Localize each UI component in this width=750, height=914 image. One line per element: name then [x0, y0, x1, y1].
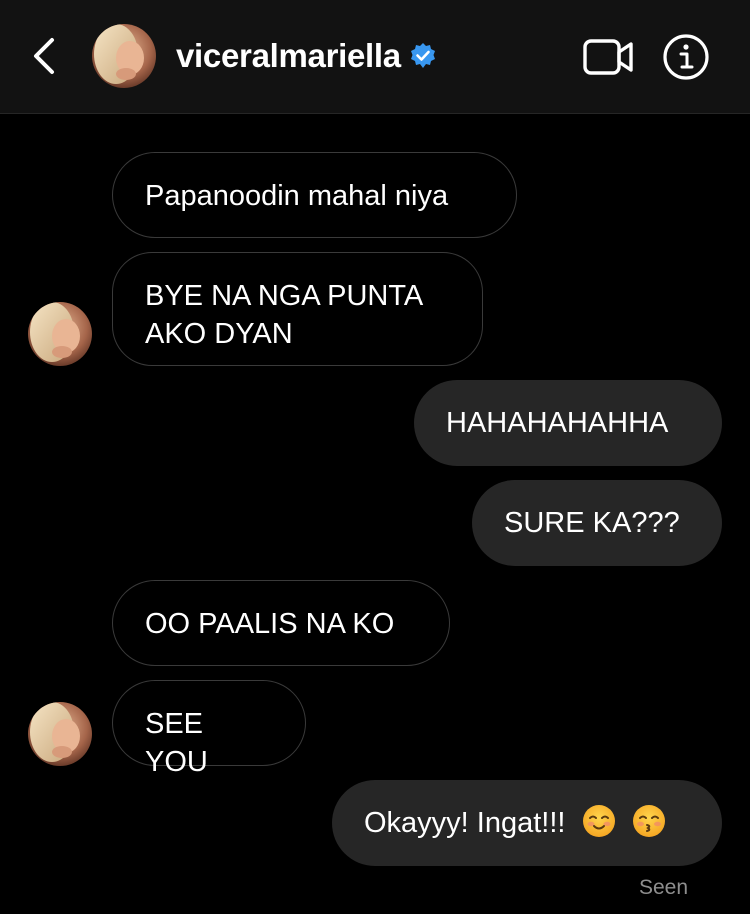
message-bubble-incoming[interactable]: Papanoodin mahal niya — [112, 152, 517, 238]
username: viceralmariella — [176, 37, 401, 74]
sender-avatar[interactable] — [28, 302, 92, 366]
chevron-left-icon — [34, 38, 54, 74]
back-button[interactable] — [28, 36, 64, 76]
info-icon — [663, 34, 709, 80]
smiling-face-icon — [582, 805, 615, 837]
video-call-button[interactable] — [582, 38, 634, 76]
seen-status: Seen — [638, 876, 688, 899]
message-text: Okayyy! Ingat!!! — [364, 807, 566, 839]
message-bubble-outgoing[interactable]: SURE KA??? — [472, 480, 722, 566]
info-button[interactable] — [662, 33, 710, 81]
message-bubble-incoming[interactable]: BYE NA NGA PUNTA AKO DYAN — [112, 252, 483, 366]
message-bubble-outgoing[interactable]: Okayyy! Ingat!!! — [332, 780, 722, 866]
conversation-header: viceralmariella — [0, 0, 750, 114]
header-avatar[interactable] — [92, 24, 156, 88]
message-bubble-incoming[interactable]: OO PAALIS NA KO — [112, 580, 450, 666]
kissing-face-icon — [632, 805, 665, 837]
message-bubble-incoming[interactable]: SEE YOU — [112, 680, 306, 778]
username-link[interactable]: viceralmariella — [176, 34, 437, 78]
verified-badge-icon — [410, 43, 435, 68]
message-bubble-outgoing[interactable]: HAHAHAHAHHA — [414, 380, 722, 466]
sender-avatar[interactable] — [28, 702, 92, 766]
video-camera-icon — [583, 39, 633, 75]
